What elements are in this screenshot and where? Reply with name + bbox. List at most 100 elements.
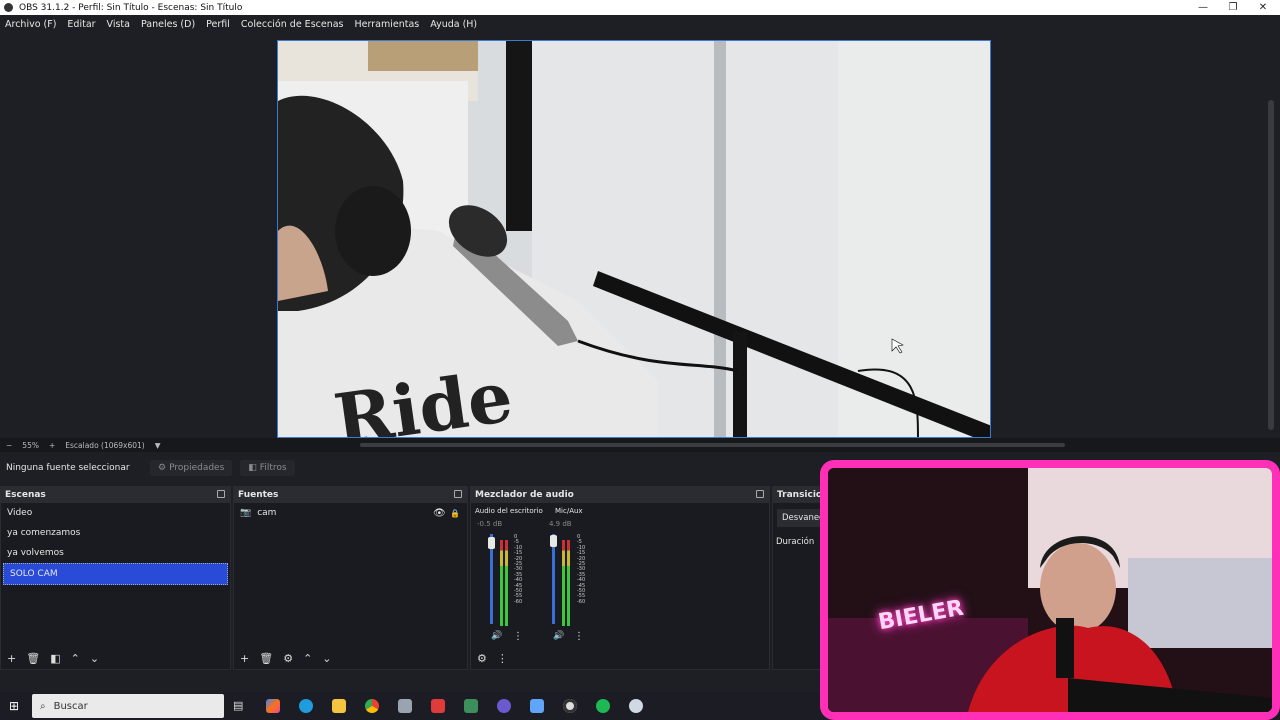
desktop-audio-label: Audio del escritorio xyxy=(475,507,543,515)
scene-item-video[interactable]: Video xyxy=(1,503,230,523)
mic-aux-label: Mic/Aux xyxy=(555,507,583,515)
menu-herramientas[interactable]: Herramientas xyxy=(350,19,426,30)
scale-mode[interactable]: Escalado (1069x601) xyxy=(65,441,144,450)
app-icon-blue[interactable] xyxy=(530,699,544,713)
desktop-audio-level: -0.5 dB xyxy=(477,520,503,528)
desktop-audio-speaker-icon[interactable]: 🔊 xyxy=(491,631,502,641)
app-icon-purple[interactable] xyxy=(497,699,511,713)
webcam-feed: BIELER xyxy=(828,468,1272,712)
properties-button[interactable]: ⚙ Propiedades xyxy=(150,460,233,476)
move-down-icon[interactable]: ⌄ xyxy=(322,652,331,665)
menu-archivo[interactable]: Archivo (F) xyxy=(0,19,62,30)
properties-label: Propiedades xyxy=(169,463,225,473)
filters-label: Filtros xyxy=(259,463,287,473)
edge-browser-icon[interactable] xyxy=(299,699,313,713)
remove-source-icon[interactable]: 🗑 xyxy=(259,652,273,665)
mixer-settings-gear-icon[interactable]: ⚙ xyxy=(477,652,487,665)
zoom-out-button[interactable]: − xyxy=(6,441,12,450)
menu-coleccion-escenas[interactable]: Colección de Escenas xyxy=(236,19,350,30)
window-title: OBS 31.1.2 - Perfil: Sin Título - Escena… xyxy=(19,2,243,13)
source-item-cam[interactable]: 📷 cam 👁 🔒 xyxy=(234,503,467,523)
desktop-audio-meter xyxy=(500,534,512,626)
scene-filters-icon[interactable]: ◧ xyxy=(50,652,60,665)
desktop-audio-meter-left xyxy=(500,540,503,626)
mic-aux-menu-icon[interactable]: ⋮ xyxy=(574,631,584,642)
calculator-icon[interactable] xyxy=(398,699,412,713)
close-button[interactable]: ✕ xyxy=(1248,0,1278,15)
scene-item-ya-comenzamos[interactable]: ya comenzamos xyxy=(1,523,230,543)
add-scene-icon[interactable]: + xyxy=(7,652,16,665)
mixer-dock-title: Mezclador de audio xyxy=(471,487,769,503)
scenes-toolbar: + 🗑 ◧ ⌃ ⌄ xyxy=(1,647,230,669)
preview-canvas[interactable]: Ride xyxy=(277,40,991,438)
source-name: cam xyxy=(257,508,277,518)
mic-aux-speaker-icon[interactable]: 🔊 xyxy=(553,631,564,641)
scene-item-ya-volvemos[interactable]: ya volvemos xyxy=(1,543,230,563)
undock-icon[interactable] xyxy=(454,490,462,498)
menu-bar: Archivo (F) Editar Vista Paneles (D) Per… xyxy=(0,15,1280,33)
chrome-icon[interactable] xyxy=(365,699,379,713)
mic-aux-fader[interactable] xyxy=(552,534,555,624)
mic-aux-meter xyxy=(562,534,574,626)
camera-icon: 📷 xyxy=(240,508,252,518)
menu-ayuda[interactable]: Ayuda (H) xyxy=(425,19,483,30)
app-icon-shield[interactable] xyxy=(629,699,643,713)
preview-horizontal-scrollbar[interactable] xyxy=(360,443,1065,447)
transitions-title: Transicio xyxy=(777,490,823,500)
scene-item-solo-cam[interactable]: SOLO CAM xyxy=(3,563,228,585)
undock-icon[interactable] xyxy=(217,490,225,498)
mic-aux-meter-left xyxy=(562,540,565,626)
lock-icon[interactable]: 🔒 xyxy=(450,509,460,518)
sources-title: Fuentes xyxy=(238,490,279,500)
desktop-audio-menu-icon[interactable]: ⋮ xyxy=(513,631,523,642)
app-icon-green[interactable] xyxy=(464,699,478,713)
scenes-dock-title: Escenas xyxy=(1,487,230,503)
search-icon: ⌕ xyxy=(40,700,46,712)
mic-aux-level: 4.9 dB xyxy=(549,520,572,528)
no-source-label: Ninguna fuente seleccionar xyxy=(6,463,130,473)
windows-start-icon[interactable]: ⊞ xyxy=(9,699,19,713)
filters-button[interactable]: ◧ Filtros xyxy=(240,460,295,476)
sources-toolbar: + 🗑 ⚙ ⌃ ⌄ xyxy=(234,647,467,669)
add-source-icon[interactable]: + xyxy=(240,652,249,665)
desktop-audio-meter-right xyxy=(505,540,508,626)
preview-vertical-scrollbar[interactable] xyxy=(1268,100,1274,430)
obs-taskbar-icon[interactable] xyxy=(563,699,577,713)
maximize-button[interactable]: ❐ xyxy=(1218,0,1248,15)
file-explorer-icon[interactable] xyxy=(332,699,346,713)
task-view-icon[interactable]: ▤ xyxy=(233,699,247,713)
mic-aux-fader-knob[interactable] xyxy=(550,535,557,547)
search-placeholder: Buscar xyxy=(53,700,88,712)
scenes-title: Escenas xyxy=(5,490,46,500)
copilot-icon[interactable] xyxy=(266,699,280,713)
move-up-icon[interactable]: ⌃ xyxy=(71,652,80,665)
source-properties-gear-icon[interactable]: ⚙ xyxy=(283,652,293,665)
desktop-audio-fader-knob[interactable] xyxy=(488,537,495,549)
zoom-in-button[interactable]: + xyxy=(49,441,55,450)
visibility-eye-icon[interactable]: 👁 xyxy=(433,508,446,519)
sources-dock: Fuentes 📷 cam 👁 🔒 + 🗑 ⚙ ⌃ ⌄ xyxy=(233,486,468,670)
camera-feed-image: Ride xyxy=(278,41,990,437)
app-icon-red[interactable] xyxy=(431,699,445,713)
undock-icon[interactable] xyxy=(756,490,764,498)
move-down-icon[interactable]: ⌄ xyxy=(90,652,99,665)
taskbar-search-box[interactable]: ⌕ Buscar xyxy=(32,694,224,718)
scenes-dock: Escenas Video ya comenzamos ya volvemos … xyxy=(0,486,231,670)
webcam-image xyxy=(828,468,1272,712)
mixer-title: Mezclador de audio xyxy=(475,490,574,500)
filter-icon: ◧ xyxy=(248,463,257,473)
mixer-toolbar: ⚙ ⋮ xyxy=(471,647,769,669)
gear-icon: ⚙ xyxy=(158,463,167,473)
menu-paneles[interactable]: Paneles (D) xyxy=(136,19,201,30)
spotify-icon[interactable] xyxy=(596,699,610,713)
desktop-audio-ticks: 0 -5 -10 -15 -20 -25 -30 -35 -40 -45 -50 -55 -60 xyxy=(514,534,523,605)
remove-scene-icon[interactable]: 🗑 xyxy=(26,652,40,665)
move-up-icon[interactable]: ⌃ xyxy=(303,652,312,665)
properties-bar: Ninguna fuente seleccionar ⚙ Propiedades… xyxy=(0,455,820,481)
menu-vista[interactable]: Vista xyxy=(102,19,136,30)
scale-mode-dropdown-icon[interactable]: ▼ xyxy=(155,441,161,450)
minimize-button[interactable]: — xyxy=(1188,0,1218,15)
menu-perfil[interactable]: Perfil xyxy=(201,19,236,30)
menu-editar[interactable]: Editar xyxy=(62,19,101,30)
mixer-menu-icon[interactable]: ⋮ xyxy=(497,652,508,665)
